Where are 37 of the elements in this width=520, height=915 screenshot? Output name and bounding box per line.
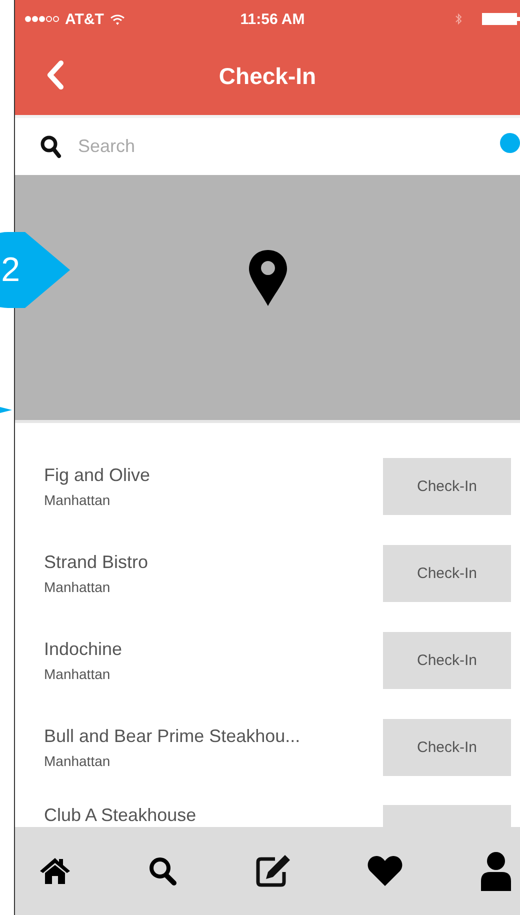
check-in-button[interactable]: Check-In [383,458,511,515]
check-in-button[interactable]: Check-In [383,719,511,776]
carrier-name: AT&T [65,10,104,28]
place-name: Club A Steakhouse [44,805,196,826]
nav-title: Check-In [218,63,316,90]
map-pin-icon [246,248,288,308]
signal-icon [25,15,59,23]
profile-tab[interactable] [480,851,512,891]
heart-icon [367,855,404,887]
place-name: Bull and Bear Prime Steakhou... [44,726,300,747]
annotation-dot-icon [500,133,520,153]
bluetooth-icon [454,13,462,25]
compose-tab[interactable] [254,854,290,888]
search-tab[interactable] [148,856,178,886]
place-name: Strand Bistro [44,552,148,573]
place-area: Manhattan [44,579,148,595]
place-name: Indochine [44,639,122,660]
chevron-left-icon [45,60,65,90]
search-icon [148,856,178,886]
search-icon [40,134,62,158]
place-area: Manhattan [44,492,150,508]
favorites-tab[interactable] [367,855,404,887]
search-field[interactable]: Search [76,135,380,158]
place-name: Fig and Olive [44,465,150,486]
back-button[interactable] [45,60,65,90]
home-tab[interactable] [39,857,71,885]
person-icon [480,851,512,891]
compose-icon [254,854,290,888]
check-in-button[interactable]: Check-In [383,632,511,689]
check-in-button[interactable]: Check-In [383,545,511,602]
wifi-icon [110,14,125,24]
house-icon [39,857,71,885]
annotation-arrow-icon [0,405,12,415]
battery-icon [482,13,520,25]
status-time: 11:56 AM [240,10,305,28]
place-area: Manhattan [44,666,122,682]
place-area: Manhattan [44,753,300,769]
